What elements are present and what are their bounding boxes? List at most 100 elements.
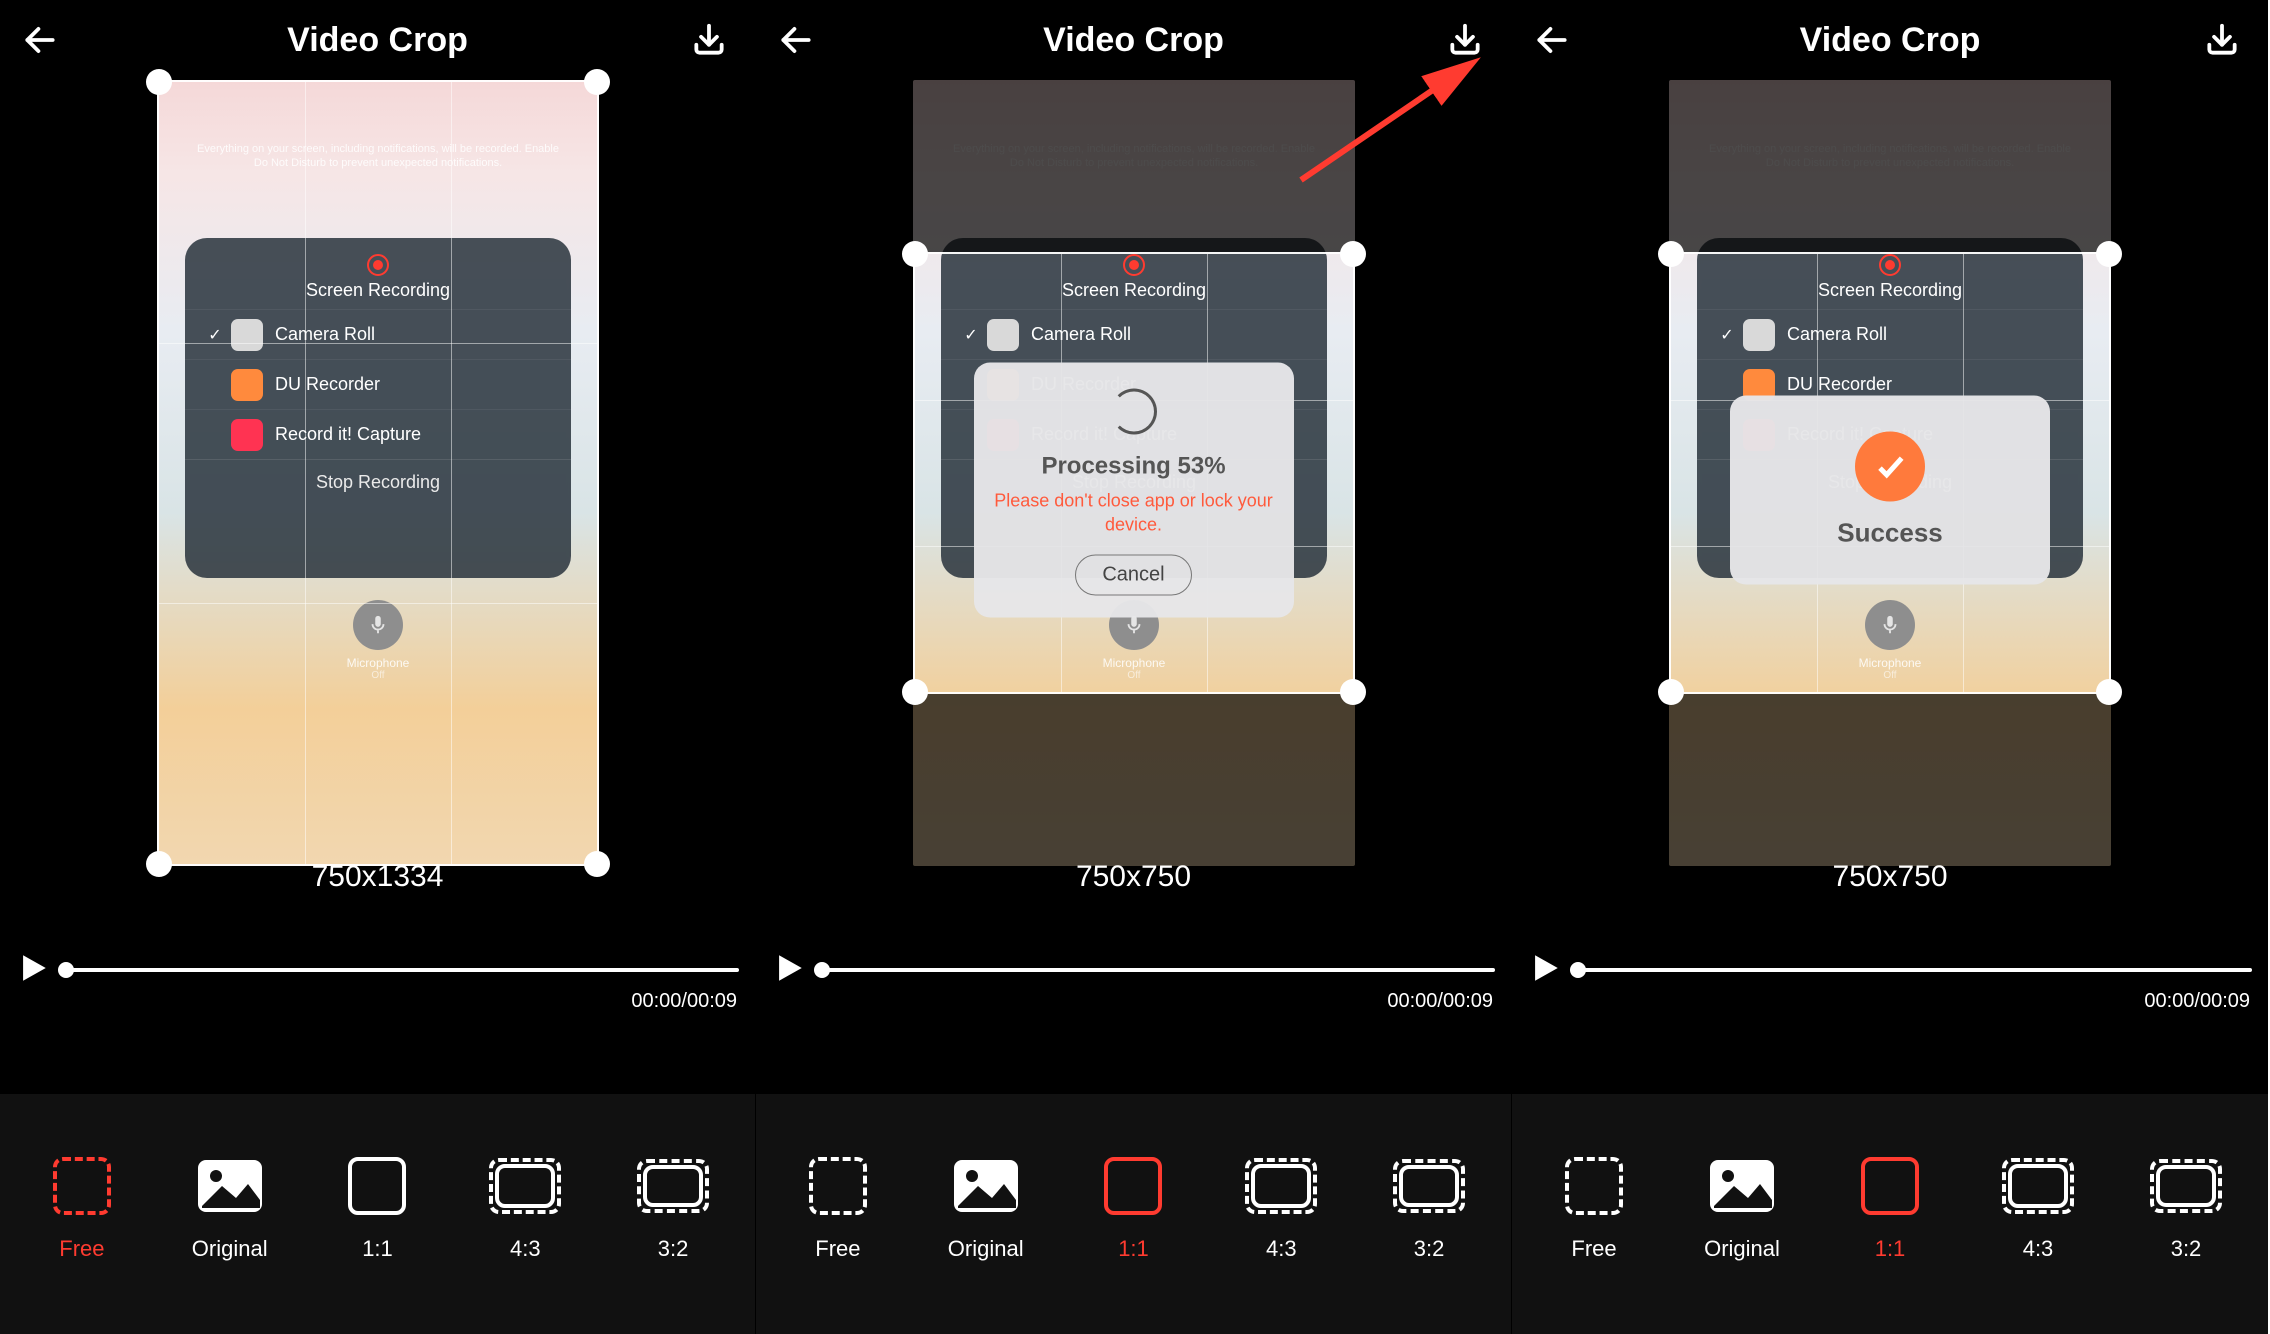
- seek-thumb[interactable]: [58, 962, 74, 978]
- cancel-button[interactable]: Cancel: [1075, 555, 1191, 596]
- timecode: 00:00/00:09: [631, 990, 737, 1013]
- ratio-icon: [2150, 1150, 2222, 1222]
- crop-dimensions: 750x750: [756, 860, 1511, 894]
- ratio-icon: [802, 1150, 874, 1222]
- play-button[interactable]: [1528, 951, 1568, 990]
- crop-shade: [913, 80, 1355, 252]
- timecode: 00:00/00:09: [1387, 990, 1493, 1013]
- ratio-icon: [637, 1150, 709, 1222]
- crop-dimensions: 750x750: [1512, 860, 2268, 894]
- seek-track[interactable]: [66, 968, 739, 972]
- crop-handle-br[interactable]: [1340, 679, 1366, 705]
- header: Video Crop: [0, 0, 755, 80]
- crop-handle-tr[interactable]: [1340, 241, 1366, 267]
- screenshot-2: Video Crop Everything on your screen, in…: [756, 0, 1512, 1334]
- ratio-icon: [2002, 1150, 2074, 1222]
- seek-track[interactable]: [1578, 968, 2252, 972]
- ratio-option-free[interactable]: Free: [1534, 1150, 1654, 1262]
- ratio-label: Original: [948, 1236, 1024, 1262]
- aspect-ratio-bar: Free Original 1:1 4:3: [0, 1094, 755, 1334]
- ratio-option-original[interactable]: Original: [1682, 1150, 1802, 1262]
- ratio-icon: [341, 1150, 413, 1222]
- spinner-icon: [1111, 389, 1157, 435]
- play-button[interactable]: [16, 951, 56, 990]
- crop-canvas[interactable]: Everything on your screen, including not…: [756, 80, 1511, 900]
- dialog-warning: Please don't close app or lock your devi…: [992, 489, 1276, 537]
- screenshot-1: Video Crop Everything on your screen, in…: [0, 0, 756, 1334]
- ratio-label: Free: [59, 1236, 104, 1262]
- ratio-option-free[interactable]: Free: [22, 1150, 142, 1262]
- header: Video Crop: [756, 0, 1511, 80]
- dialog-title: Success: [1748, 518, 2032, 549]
- aspect-ratio-bar: Free Original 1:1 4:3: [756, 1094, 1511, 1334]
- crop-canvas[interactable]: Everything on your screen, including not…: [1512, 80, 2268, 900]
- ratio-label: 3:2: [658, 1236, 689, 1262]
- ratio-icon: [489, 1150, 561, 1222]
- ratio-option-free[interactable]: Free: [778, 1150, 898, 1262]
- crop-shade: [1669, 694, 2111, 866]
- ratio-label: Original: [192, 1236, 268, 1262]
- ratio-icon: [950, 1150, 1022, 1222]
- seek-track[interactable]: [822, 968, 1495, 972]
- crop-handle-bl[interactable]: [902, 679, 928, 705]
- ratio-icon: [1854, 1150, 1926, 1222]
- ratio-label: Free: [815, 1236, 860, 1262]
- ratio-icon: [1706, 1150, 1778, 1222]
- ratio-option-original[interactable]: Original: [170, 1150, 290, 1262]
- dialog-title: Processing 53%: [992, 453, 1276, 481]
- crop-handle-tr[interactable]: [584, 69, 610, 95]
- ratio-option-4-3[interactable]: 4:3: [1221, 1150, 1341, 1262]
- crop-handle-tl[interactable]: [1658, 241, 1684, 267]
- crop-canvas[interactable]: Everything on your screen, including not…: [0, 80, 755, 900]
- ratio-option-1-1[interactable]: 1:1: [317, 1150, 437, 1262]
- ratio-label: 4:3: [1266, 1236, 1297, 1262]
- save-button[interactable]: [2200, 18, 2244, 62]
- ratio-option-original[interactable]: Original: [926, 1150, 1046, 1262]
- seek-thumb[interactable]: [814, 962, 830, 978]
- ratio-label: 4:3: [510, 1236, 541, 1262]
- screenshot-3: Video Crop Everything on your screen, in…: [1512, 0, 2268, 1334]
- ratio-label: Free: [1571, 1236, 1616, 1262]
- ratio-icon: [1558, 1150, 1630, 1222]
- page-title: Video Crop: [1800, 21, 1981, 60]
- crop-handle-bl[interactable]: [1658, 679, 1684, 705]
- page-title: Video Crop: [287, 21, 468, 60]
- processing-dialog: Processing 53% Please don't close app or…: [974, 363, 1294, 618]
- page-title: Video Crop: [1043, 21, 1224, 60]
- ratio-option-4-3[interactable]: 4:3: [1978, 1150, 2098, 1262]
- ratio-label: 1:1: [1118, 1236, 1149, 1262]
- crop-shade: [913, 694, 1355, 866]
- ratio-label: 3:2: [1414, 1236, 1445, 1262]
- ratio-label: 4:3: [2023, 1236, 2054, 1262]
- aspect-ratio-bar: Free Original 1:1 4:3: [1512, 1094, 2268, 1334]
- crop-handle-tr[interactable]: [2096, 241, 2122, 267]
- ratio-option-3-2[interactable]: 3:2: [1369, 1150, 1489, 1262]
- play-button[interactable]: [772, 951, 812, 990]
- save-button[interactable]: [687, 18, 731, 62]
- crop-handle-tl[interactable]: [146, 69, 172, 95]
- crop-handle-br[interactable]: [2096, 679, 2122, 705]
- crop-rectangle[interactable]: [157, 80, 599, 866]
- ratio-option-4-3[interactable]: 4:3: [465, 1150, 585, 1262]
- ratio-label: Original: [1704, 1236, 1780, 1262]
- ratio-icon: [1393, 1150, 1465, 1222]
- timecode: 00:00/00:09: [2144, 990, 2250, 1013]
- back-button[interactable]: [18, 18, 62, 62]
- save-button[interactable]: [1443, 18, 1487, 62]
- back-button[interactable]: [1530, 18, 1574, 62]
- ratio-icon: [1097, 1150, 1169, 1222]
- success-check-icon: [1855, 432, 1925, 502]
- success-dialog: Success: [1730, 396, 2050, 585]
- ratio-option-1-1[interactable]: 1:1: [1830, 1150, 1950, 1262]
- crop-shade: [1669, 80, 2111, 252]
- ratio-label: 1:1: [362, 1236, 393, 1262]
- ratio-option-3-2[interactable]: 3:2: [2126, 1150, 2246, 1262]
- ratio-option-3-2[interactable]: 3:2: [613, 1150, 733, 1262]
- ratio-option-1-1[interactable]: 1:1: [1073, 1150, 1193, 1262]
- crop-handle-tl[interactable]: [902, 241, 928, 267]
- ratio-label: 1:1: [1875, 1236, 1906, 1262]
- crop-dimensions: 750x1334: [0, 860, 755, 894]
- ratio-label: 3:2: [2171, 1236, 2202, 1262]
- back-button[interactable]: [774, 18, 818, 62]
- seek-thumb[interactable]: [1570, 962, 1586, 978]
